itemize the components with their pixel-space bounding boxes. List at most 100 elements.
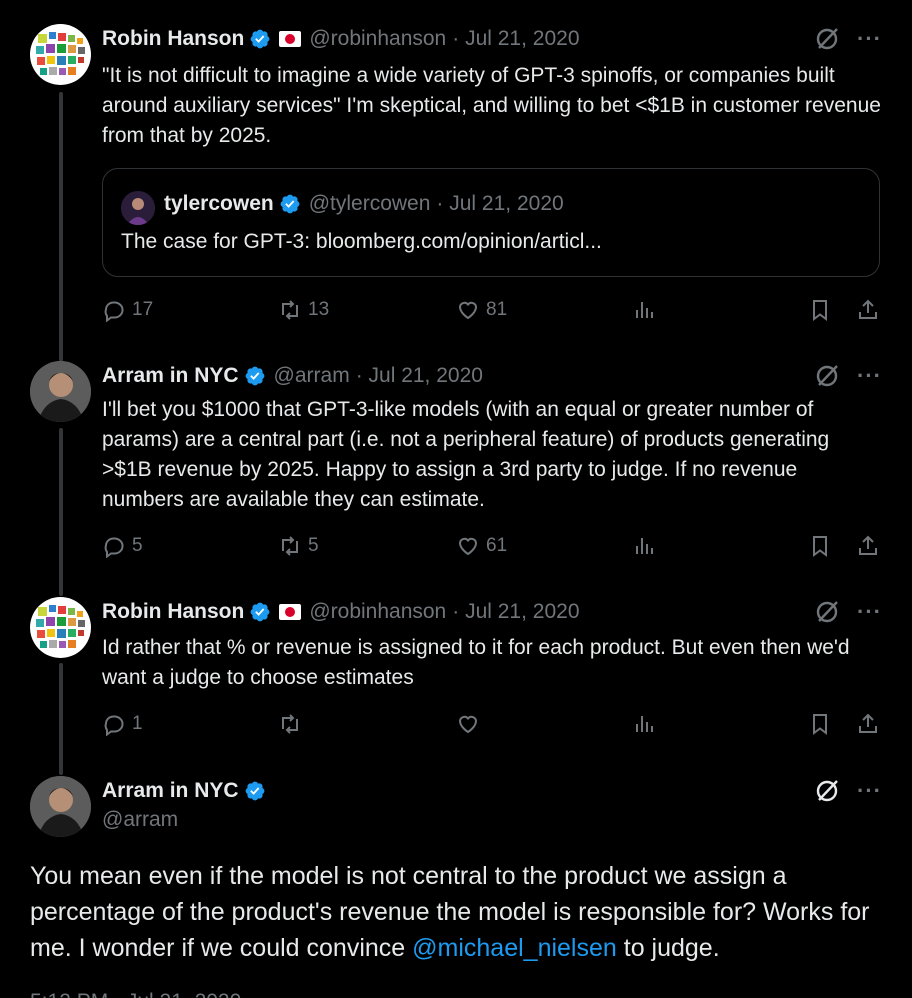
quote-tweet[interactable]: tylercowen @tylercowen · Jul 21, 2020 Th…	[102, 168, 880, 277]
bookmark-button[interactable]	[808, 712, 832, 736]
verified-badge-icon	[250, 602, 270, 622]
mention-link[interactable]: @michael_nielsen	[412, 934, 617, 962]
quote-text: The case for GPT-3: bloomberg.com/opinio…	[121, 230, 602, 253]
retweet-icon	[282, 714, 298, 734]
avatar[interactable]	[30, 597, 91, 658]
views-icon	[636, 716, 653, 732]
like-count: 61	[486, 535, 508, 556]
like-button[interactable]: 81	[456, 298, 507, 322]
reply-button[interactable]: 5	[102, 534, 143, 558]
tweet-timestamp[interactable]: 5:12 PM · Jul 21, 2020	[30, 990, 241, 998]
like-button[interactable]	[456, 712, 480, 736]
tweet-text: I'll bet you $1000 that GPT-3-like model…	[102, 398, 830, 511]
bookmark-icon	[813, 300, 827, 321]
bookmark-icon	[813, 714, 827, 735]
author-handle[interactable]: @arram	[102, 808, 178, 832]
tweet-header: Robin Hanson @robinhanson · Jul 21, 2020	[102, 599, 580, 625]
author-name[interactable]: Arram in NYC	[102, 779, 239, 803]
thread-tweet[interactable]: Robin Hanson @robinhanson · Jul 21, 2020…	[0, 580, 912, 760]
grok-icon[interactable]	[813, 25, 841, 53]
bookmark-button[interactable]	[808, 534, 832, 558]
more-icon[interactable]: ···	[857, 365, 882, 387]
grok-icon[interactable]	[813, 598, 841, 626]
tweet-date[interactable]: · Jul 21, 2020	[452, 27, 579, 51]
author-name: tylercowen	[164, 192, 274, 215]
more-icon[interactable]: ···	[857, 780, 882, 802]
tweet-date[interactable]: · Jul 21, 2020	[452, 600, 579, 624]
reply-icon	[104, 537, 124, 558]
more-icon[interactable]: ···	[857, 28, 882, 50]
views-icon	[636, 302, 653, 318]
author-name[interactable]: Robin Hanson	[102, 600, 244, 624]
retweet-icon	[282, 536, 298, 556]
share-button[interactable]	[856, 298, 880, 322]
share-icon	[859, 713, 877, 733]
bookmark-button[interactable]	[808, 298, 832, 322]
retweet-button[interactable]	[278, 712, 302, 736]
tweet-header: Arram in NYC @arram · Jul 21, 2020	[102, 363, 483, 389]
action-bar: 5 5 61	[102, 534, 882, 562]
reply-icon	[104, 715, 124, 736]
retweet-count: 13	[308, 299, 330, 320]
heart-icon	[458, 715, 478, 734]
retweet-button[interactable]: 5	[278, 534, 319, 558]
bookmark-icon	[813, 536, 827, 557]
verified-badge-icon	[245, 781, 264, 801]
views-button[interactable]	[632, 712, 656, 736]
retweet-icon	[282, 300, 298, 320]
author-handle[interactable]: @robinhanson	[309, 27, 446, 51]
more-icon[interactable]: ···	[857, 601, 882, 623]
avatar[interactable]	[30, 24, 91, 85]
tweet-top-actions: ···	[813, 25, 882, 53]
avatar[interactable]	[30, 776, 91, 837]
heart-icon	[458, 537, 478, 556]
reply-count: 1	[132, 713, 143, 734]
action-bar: 17 13 81	[102, 298, 882, 326]
action-bar: 1	[102, 712, 882, 740]
like-button[interactable]: 61	[456, 534, 507, 558]
reply-count: 17	[132, 299, 154, 320]
share-icon	[859, 535, 877, 555]
avatar[interactable]	[30, 361, 91, 422]
share-icon	[859, 299, 877, 319]
reply-count: 5	[132, 535, 143, 556]
tweet-text: "It is not difficult to imagine a wide v…	[102, 64, 881, 147]
thread-tweet[interactable]: Robin Hanson @robinhanson · Jul 21, 2020…	[0, 0, 912, 340]
heart-icon	[458, 301, 478, 320]
views-button[interactable]	[632, 298, 656, 322]
quote-header: tylercowen @tylercowen · Jul 21, 2020	[164, 192, 564, 216]
views-button[interactable]	[632, 534, 656, 558]
grok-icon[interactable]	[813, 362, 841, 390]
like-count: 81	[486, 299, 508, 320]
retweet-button[interactable]: 13	[278, 298, 329, 322]
avatar	[121, 191, 155, 225]
tweet-top-actions: ···	[813, 598, 882, 626]
author-name[interactable]: Arram in NYC	[102, 364, 239, 388]
tweet-top-actions: ···	[813, 777, 882, 805]
share-button[interactable]	[856, 712, 880, 736]
retweet-count: 5	[308, 535, 319, 556]
grok-icon[interactable]	[813, 777, 841, 805]
reply-button[interactable]: 17	[102, 298, 153, 322]
author-handle[interactable]: @robinhanson	[309, 600, 446, 624]
thread-tweet[interactable]: Arram in NYC @arram · Jul 21, 2020 ··· I…	[0, 340, 912, 580]
tweet-header: Arram in NYC	[102, 778, 266, 804]
tweet-top-actions: ···	[813, 362, 882, 390]
japan-flag-icon	[279, 31, 302, 47]
author-handle[interactable]: @arram	[274, 364, 350, 388]
share-button[interactable]	[856, 534, 880, 558]
tweet-header: Robin Hanson @robinhanson · Jul 21, 2020	[102, 26, 580, 52]
verified-badge-icon	[250, 29, 270, 49]
tweet-text: Id rather that % or revenue is assigned …	[102, 636, 850, 689]
japan-flag-icon	[279, 604, 302, 620]
main-tweet-text: You mean even if the model is not centra…	[30, 858, 890, 966]
tweet-date: · Jul 21, 2020	[436, 192, 564, 215]
verified-badge-icon	[245, 366, 264, 386]
main-text-part: to judge.	[616, 934, 720, 962]
reply-icon	[104, 301, 124, 322]
tweet-date[interactable]: · Jul 21, 2020	[356, 364, 483, 388]
verified-badge-icon	[280, 194, 300, 214]
reply-button[interactable]: 1	[102, 712, 143, 736]
author-name[interactable]: Robin Hanson	[102, 27, 244, 51]
views-icon	[636, 538, 653, 554]
